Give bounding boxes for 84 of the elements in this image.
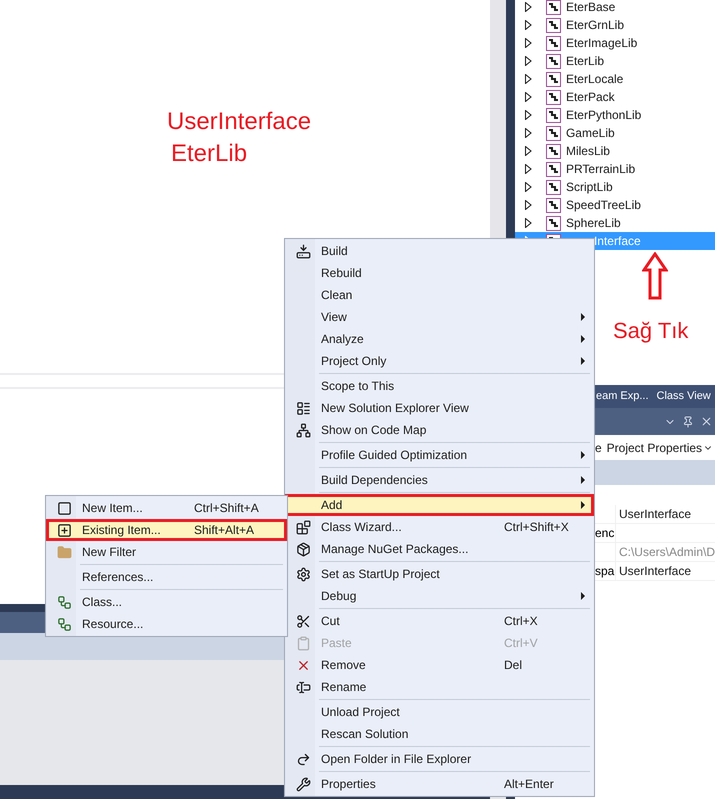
menu-item[interactable]: Unload Project: [285, 701, 594, 723]
wrench-icon: [296, 776, 310, 792]
menu-item[interactable]: Rename: [285, 676, 594, 698]
menu-item[interactable]: Resource...: [46, 613, 287, 635]
tree-item[interactable]: ScriptLib: [514, 178, 715, 196]
project-icon: [546, 144, 561, 158]
menu-item[interactable]: Project Only: [285, 350, 594, 372]
tree-item[interactable]: EterPack: [514, 88, 715, 106]
menu-item[interactable]: Open Folder in File Explorer: [285, 748, 594, 770]
project-icon: [546, 126, 561, 140]
project-icon: [546, 108, 561, 122]
project-icon: [546, 162, 561, 176]
package-icon: [296, 542, 310, 556]
project-icon: [546, 180, 561, 194]
tree-item[interactable]: EterLib: [514, 52, 715, 70]
project-icon: [546, 198, 561, 212]
tree-item[interactable]: SpeedTreeLib: [514, 196, 715, 214]
annotation-text: UserInterface: [167, 107, 312, 137]
annotation-text: EterLib: [170, 139, 248, 169]
menu-item[interactable]: Properties Alt+Enter: [285, 773, 594, 795]
menu-item[interactable]: Rebuild: [285, 262, 594, 284]
menu-item[interactable]: Debug: [285, 585, 594, 607]
pin-icon[interactable]: [682, 416, 694, 428]
tree-item[interactable]: EterLocale: [514, 70, 715, 88]
menu-item[interactable]: Cut Ctrl+X: [285, 610, 594, 632]
menu-item[interactable]: Show on Code Map: [285, 419, 594, 441]
clipboard-icon: [296, 636, 310, 650]
class-icon: [56, 594, 72, 610]
menu-item[interactable]: References...: [46, 566, 287, 588]
square-icon: [56, 500, 72, 516]
tool-tab[interactable]: eam Exp...: [596, 388, 649, 405]
menu-item[interactable]: Analyze: [285, 328, 594, 350]
project-properties-button[interactable]: Project Properties: [606, 438, 702, 456]
menu-item[interactable]: Existing Item... Shift+Alt+A: [46, 519, 287, 541]
menu-item[interactable]: Build Dependencies: [285, 469, 594, 491]
menu-item[interactable]: Scope to This: [285, 375, 594, 397]
class-icon: [56, 616, 72, 632]
menu-item[interactable]: Class...: [46, 591, 287, 613]
property-name: enc: [594, 525, 615, 542]
tree-item[interactable]: PRTerrainLib: [514, 160, 715, 178]
tree-item[interactable]: EterImageLib: [514, 34, 715, 52]
project-icon: [546, 18, 561, 32]
menu-item[interactable]: Remove Del: [285, 654, 594, 676]
project-icon: [546, 54, 561, 68]
square-plus-icon: [56, 522, 72, 538]
tree-item[interactable]: GameLib: [514, 124, 715, 142]
blocks-icon: [296, 520, 310, 534]
list-window-icon: [296, 400, 310, 416]
settings-icon: [296, 566, 310, 582]
menu-item[interactable]: Clean: [285, 284, 594, 306]
tree-item[interactable]: EterGrnLib: [514, 16, 715, 34]
toolbar-text: e: [594, 440, 602, 456]
property-name: spa: [594, 563, 615, 580]
build-icon: [296, 244, 310, 258]
scissors-icon: [296, 614, 310, 628]
tree-item[interactable]: EterBase: [514, 0, 715, 16]
project-icon: [546, 36, 561, 50]
menu-item[interactable]: View: [285, 306, 594, 328]
property-value: C:\Users\Admin\D: [614, 543, 715, 561]
project-icon: [546, 90, 561, 104]
tree-item[interactable]: MilesLib: [514, 142, 715, 160]
menu-item[interactable]: Profile Guided Optimization: [285, 444, 594, 466]
property-value: UserInterface: [614, 505, 691, 523]
rename-icon: [296, 680, 310, 694]
menu-item[interactable]: New Filter: [46, 541, 287, 563]
tool-tab[interactable]: Class View: [656, 388, 711, 405]
tree-item[interactable]: SphereLib: [514, 214, 715, 232]
diagram-icon: [296, 422, 310, 438]
menu-item[interactable]: Manage NuGet Packages...: [285, 538, 594, 560]
callout-arrow: [642, 252, 668, 300]
menu-item[interactable]: Add: [285, 494, 594, 516]
project-icon: [546, 72, 561, 86]
folder-icon: [56, 544, 72, 560]
property-value: UserInterface: [614, 562, 691, 580]
close-icon[interactable]: [700, 415, 713, 428]
menu-item[interactable]: New Item... Ctrl+Shift+A: [46, 497, 287, 519]
curved-arrow-icon: [296, 752, 310, 766]
project-icon: [546, 216, 561, 230]
annotation-text: Sağ Tık: [612, 317, 688, 345]
menu-item[interactable]: New Solution Explorer View: [285, 397, 594, 419]
menu-item[interactable]: Rescan Solution: [285, 723, 594, 745]
menu-item[interactable]: Class Wizard... Ctrl+Shift+X: [285, 516, 594, 538]
tree-item[interactable]: EterPythonLib: [514, 106, 715, 124]
menu-item[interactable]: Set as StartUp Project: [285, 563, 594, 585]
